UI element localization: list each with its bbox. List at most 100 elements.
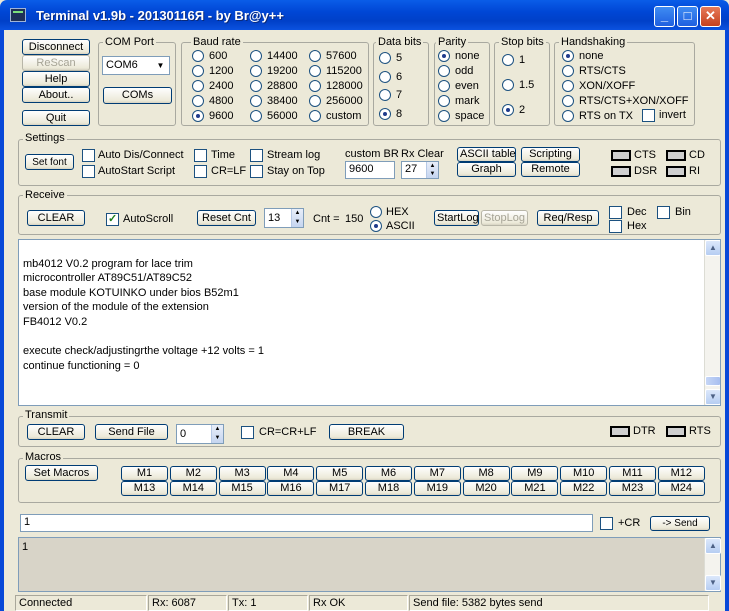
help-button[interactable]: Help	[22, 71, 90, 87]
macro-button[interactable]: M19	[413, 481, 461, 496]
send-input[interactable]: 1	[20, 514, 593, 532]
baud-rate-radio[interactable]	[192, 80, 204, 92]
minimize-button[interactable]: _	[654, 6, 675, 27]
reset-cnt-button[interactable]: Reset Cnt	[197, 210, 256, 226]
autostart-script-checkbox[interactable]	[82, 165, 95, 178]
stream-log-checkbox[interactable]	[250, 149, 263, 162]
send-file-button[interactable]: Send File	[95, 424, 168, 440]
spin-up-icon[interactable]: ▲	[212, 425, 223, 434]
macro-button[interactable]: M4	[267, 466, 315, 481]
ascii-radio[interactable]	[370, 220, 382, 232]
disconnect-button[interactable]: Disconnect	[22, 39, 90, 55]
transmit-clear-button[interactable]: CLEAR	[27, 424, 85, 440]
rescan-button[interactable]: ReScan	[22, 55, 90, 71]
baud-rate-radio[interactable]	[192, 65, 204, 77]
scroll-down-icon[interactable]: ▼	[705, 389, 720, 405]
dec-checkbox[interactable]	[609, 206, 622, 219]
macro-button[interactable]: M6	[365, 466, 412, 481]
macro-button[interactable]: M16	[267, 481, 315, 496]
hex-checkbox[interactable]	[609, 220, 622, 233]
autoscroll-checkbox[interactable]	[106, 212, 119, 226]
parity-radio[interactable]	[438, 80, 450, 92]
time-checkbox[interactable]	[194, 149, 207, 162]
macro-button[interactable]: M24	[657, 481, 705, 496]
req-resp-button[interactable]: Req/Resp	[537, 210, 599, 226]
handshaking-radio[interactable]	[562, 95, 574, 107]
receive-scrollbar[interactable]: ▲ ▼	[704, 240, 720, 405]
handshaking-radio[interactable]	[562, 65, 574, 77]
macro-button[interactable]: M15	[218, 481, 266, 496]
stay-on-top-checkbox[interactable]	[250, 165, 263, 178]
parity-radio[interactable]	[438, 110, 450, 122]
macro-button[interactable]: M7	[413, 466, 461, 481]
break-button[interactable]: BREAK	[329, 424, 404, 440]
custom-br-input[interactable]: 9600	[345, 161, 395, 179]
rx-clear-spin[interactable]: ▲ ▼	[426, 162, 438, 178]
scroll-up-icon[interactable]: ▲	[705, 240, 720, 256]
macro-button[interactable]: M21	[511, 481, 559, 496]
bin-checkbox[interactable]	[657, 206, 670, 219]
cr-lf-checkbox[interactable]	[194, 165, 207, 178]
macro-button[interactable]: M9	[511, 466, 559, 481]
cnt-spin[interactable]: ▲ ▼	[291, 209, 303, 227]
maximize-button[interactable]: □	[677, 6, 698, 27]
send-file-stepper[interactable]: 0 ▲ ▼	[176, 424, 224, 444]
macro-button[interactable]: M8	[462, 466, 510, 481]
graph-button[interactable]: Graph	[457, 162, 516, 177]
baud-rate-radio[interactable]	[309, 65, 321, 77]
macro-button[interactable]: M12	[657, 466, 705, 481]
set-font-button[interactable]: Set font	[25, 154, 74, 170]
scroll-thumb[interactable]	[705, 376, 720, 386]
parity-radio[interactable]	[438, 65, 450, 77]
spin-down-icon[interactable]: ▼	[427, 170, 438, 178]
macro-button[interactable]: M10	[560, 466, 608, 481]
data-bits-radio[interactable]	[379, 89, 391, 101]
spin-up-icon[interactable]: ▲	[427, 162, 438, 170]
dtr-led[interactable]	[610, 426, 630, 437]
cnt-stepper[interactable]: 13 ▲ ▼	[264, 208, 304, 228]
invert-checkbox[interactable]	[642, 109, 655, 122]
cr-crlf-checkbox[interactable]	[241, 426, 254, 439]
com-port-select[interactable]: COM6 ▼	[102, 56, 170, 75]
handshaking-radio[interactable]	[562, 80, 574, 92]
close-button[interactable]: ✕	[700, 6, 721, 27]
baud-rate-radio[interactable]	[250, 110, 262, 122]
macro-button[interactable]: M11	[609, 466, 656, 481]
macro-button[interactable]: M17	[316, 481, 364, 496]
echo-scrollbar[interactable]: ▲ ▼	[704, 538, 721, 591]
parity-radio[interactable]	[438, 95, 450, 107]
macro-button[interactable]: M22	[560, 481, 608, 496]
set-macros-button[interactable]: Set Macros	[25, 465, 98, 481]
baud-rate-radio[interactable]	[192, 95, 204, 107]
parity-radio[interactable]	[438, 50, 450, 62]
remote-button[interactable]: Remote	[521, 162, 580, 177]
macro-button[interactable]: M3	[218, 466, 266, 481]
baud-rate-radio[interactable]	[192, 110, 204, 122]
baud-rate-radio[interactable]	[250, 95, 262, 107]
quit-button[interactable]: Quit	[22, 110, 90, 126]
baud-rate-radio[interactable]	[309, 110, 321, 122]
send-button[interactable]: -> Send	[650, 516, 710, 531]
baud-rate-radio[interactable]	[250, 65, 262, 77]
scroll-down-icon[interactable]: ▼	[705, 575, 721, 591]
plus-cr-checkbox[interactable]	[600, 517, 613, 530]
hex-radio[interactable]	[370, 206, 382, 218]
baud-rate-radio[interactable]	[250, 80, 262, 92]
auto-dis-connect-checkbox[interactable]	[82, 149, 95, 162]
stop-bits-radio[interactable]	[502, 104, 514, 116]
startlog-button[interactable]: StartLog	[434, 210, 479, 226]
macro-button[interactable]: M5	[316, 466, 364, 481]
receive-terminal[interactable]: mb4012 V0.2 program for lace trim microc…	[18, 239, 721, 406]
macro-button[interactable]: M13	[121, 481, 168, 496]
baud-rate-radio[interactable]	[192, 50, 204, 62]
data-bits-radio[interactable]	[379, 70, 391, 83]
data-bits-radio[interactable]	[379, 107, 391, 120]
macro-button[interactable]: M18	[365, 481, 412, 496]
rx-clear-stepper[interactable]: 27 ▲ ▼	[401, 161, 439, 179]
stop-bits-radio[interactable]	[502, 79, 514, 91]
coms-button[interactable]: COMs	[103, 87, 172, 104]
ascii-table-button[interactable]: ASCII table	[457, 147, 516, 162]
baud-rate-radio[interactable]	[250, 50, 262, 62]
rts-led[interactable]	[666, 426, 686, 437]
about-button[interactable]: About..	[22, 87, 90, 103]
